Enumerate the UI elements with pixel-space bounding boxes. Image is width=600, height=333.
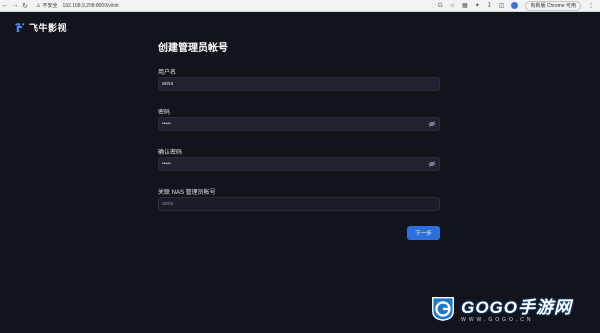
download-icon[interactable]: ↧ [487,2,492,9]
next-step-button[interactable]: 下一步 [407,226,440,240]
back-arrow-icon[interactable]: ← [0,1,10,11]
page-title: 创建管理员帐号 [158,43,228,54]
fn-logo-icon [14,23,25,33]
confirm-password-value: ••••• [162,161,171,167]
password-value: ••••• [162,121,171,127]
username-input[interactable]: anna [158,77,440,91]
nas-account-label: 关联 NAS 管理员帐号 [158,190,216,196]
username-label: 用户名 [158,70,177,76]
watermark-url: WWW.GOGO.CN [461,317,534,323]
menu-dots-icon[interactable]: ⋮ [588,2,594,9]
create-admin-form: 创建管理员帐号 用户名 anna 密码 ••••• 确认密码 ••••• 关联 … [158,42,440,240]
eye-off-icon[interactable] [428,120,436,128]
watermark-title: GOGO手游网 [461,298,572,317]
password-input[interactable]: ••••• [158,117,440,131]
password-label: 密码 [158,110,171,116]
confirm-password-input[interactable]: ••••• [158,157,440,171]
watermark-logo: GOGO手游网 WWW.GOGO.CN [429,293,572,323]
insecure-label: 不安全 [42,3,58,9]
sidebar-icon[interactable]: ◫ [499,2,505,9]
eye-off-icon[interactable] [428,160,436,168]
puzzle-icon[interactable]: ✦ [475,2,480,9]
nas-account-input: anna [158,197,440,211]
app-title: 飞牛影视 [29,23,68,33]
chrome-update-button[interactable]: 有新版 Chrome 可用 [525,0,581,11]
confirm-password-label: 确认密码 [158,150,183,156]
gogo-badge-icon [432,297,455,321]
warning-icon: ⚠ [36,2,41,9]
bookmark-star-icon[interactable]: ☆ [450,2,455,9]
forward-arrow-icon[interactable]: → [10,1,20,11]
address-bar[interactable]: 192.168.9.208:8000/v/init [63,3,119,9]
browser-toolbar: ← → ↻ ⚠ 不安全 192.168.9.208:8000/v/init G … [0,0,600,12]
translate-icon[interactable]: G [438,3,443,9]
nas-account-value: anna [162,201,174,207]
profile-avatar[interactable] [511,2,519,9]
extension-icon[interactable]: ▦ [462,2,468,9]
app-logo: 飞牛影视 [14,21,67,34]
security-indicator[interactable]: ⚠ 不安全 [36,2,58,10]
reload-icon[interactable]: ↻ [20,1,30,11]
username-value: anna [162,81,174,87]
